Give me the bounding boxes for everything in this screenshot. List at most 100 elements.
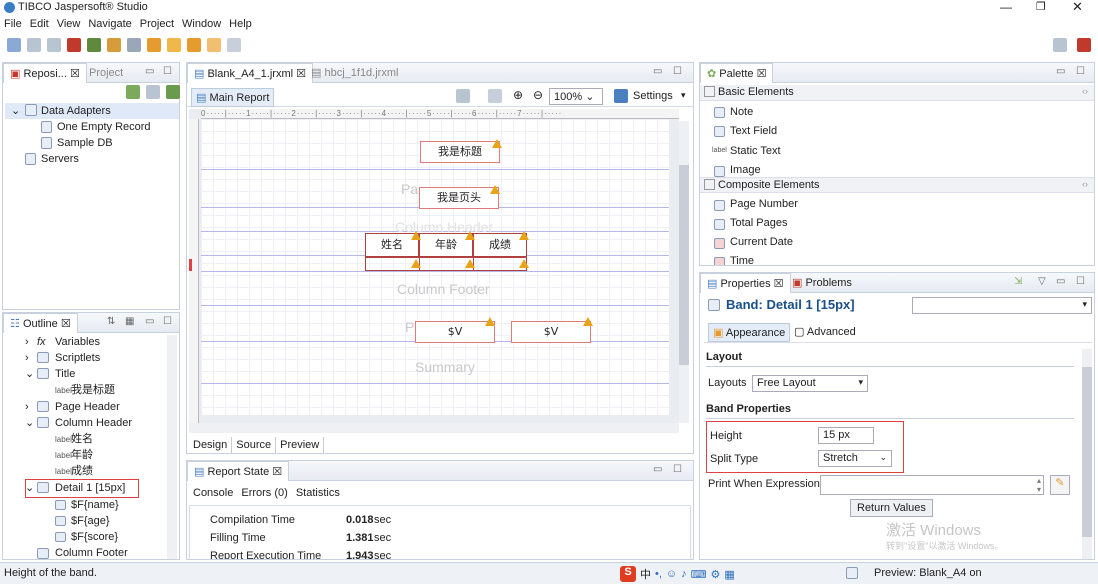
outline-item-title-text[interactable]: 我是标题 (71, 383, 115, 397)
outline-item-page-header[interactable]: Page Header (55, 400, 120, 414)
title-static-text[interactable]: 我是标题 (420, 141, 500, 163)
palette-item-time[interactable]: Time (730, 255, 754, 265)
tree-toggle[interactable]: › (25, 351, 29, 365)
canvas-hscrollbar[interactable] (189, 423, 679, 433)
return-values-button[interactable]: Return Values (850, 499, 933, 517)
minimize-icon[interactable]: ▭ (653, 66, 662, 77)
outline-item-detail[interactable]: Detail 1 [15px] (55, 481, 125, 495)
palette-item-note[interactable]: Note (730, 106, 753, 118)
zoom-in-icon[interactable]: ⊕ (513, 88, 523, 102)
menu-navigate[interactable]: Navigate (88, 18, 131, 30)
run-icon[interactable] (87, 38, 101, 52)
layouts-select[interactable]: Free Layout ▾ (752, 375, 868, 392)
ime-chinese-mode-icon[interactable]: 中 (640, 566, 651, 582)
split-type-select[interactable]: Stretch ⌄ (818, 450, 892, 467)
outline-item-column-header[interactable]: Column Header (55, 416, 132, 430)
tab-project[interactable]: Project (83, 63, 129, 83)
tab-statistics[interactable]: Statistics (296, 487, 340, 499)
tree-toggle[interactable]: › (25, 335, 29, 349)
add-icon[interactable] (126, 85, 140, 99)
tab-design[interactable]: Design (189, 437, 233, 453)
tree-item-sample-db[interactable]: Sample DB (57, 136, 113, 150)
tab-problems[interactable]: ▣ Problems (786, 273, 858, 293)
save-all-icon[interactable] (47, 38, 61, 52)
outline-item-age[interactable]: 年龄 (71, 448, 93, 462)
palette-item-total-pages[interactable]: Total Pages (730, 217, 787, 229)
tree-toggle[interactable]: › (25, 400, 29, 414)
menu-help[interactable]: Help (229, 18, 252, 30)
expression-editor-button[interactable]: ✎ (1050, 475, 1070, 495)
outline-item-field-name[interactable]: $F{name} (71, 498, 119, 512)
publish-icon[interactable] (127, 38, 141, 52)
tab-source[interactable]: Source (232, 437, 277, 453)
tree-toggle[interactable]: ⌄ (25, 481, 34, 495)
outline-view-icon[interactable]: ▦ (125, 316, 134, 327)
minimize-icon[interactable]: ▭ (653, 464, 662, 475)
outline-scrollbar[interactable] (167, 335, 177, 559)
perspective-icon[interactable] (1053, 38, 1067, 52)
settings-button[interactable]: Settings (633, 90, 673, 102)
basic-elements-header[interactable]: Basic Elements ‹› (700, 85, 1094, 101)
debug-icon[interactable] (67, 38, 81, 52)
pin-icon[interactable]: ⇲ (1014, 276, 1022, 287)
tab-blank-a4[interactable]: ▤ Blank_A4_1.jrxml ☒ (187, 63, 313, 83)
tab-appearance[interactable]: ▣ Appearance (708, 323, 791, 342)
menu-file[interactable]: File (4, 18, 22, 30)
tools-icon[interactable] (107, 38, 121, 52)
detail-fields-row[interactable] (365, 257, 527, 271)
tree-item-data-adapters[interactable]: Data Adapters (41, 104, 111, 118)
outline-item-scriptlets[interactable]: Scriptlets (55, 351, 100, 365)
palette-item-text-field[interactable]: Text Field (730, 125, 777, 137)
outline-item-name[interactable]: 姓名 (71, 432, 93, 446)
tab-report-state[interactable]: ▤ Report State ☒ (187, 461, 290, 481)
page-footer-var-2[interactable]: $V (511, 321, 591, 343)
outline-item-variables[interactable]: Variables (55, 335, 100, 349)
design-canvas[interactable]: 0·····|·····1·····|·····2·····|·····3···… (189, 109, 679, 423)
export-icon[interactable] (166, 85, 180, 99)
ime-skin-icon[interactable]: ▦ (724, 568, 734, 581)
palette-item-static-text[interactable]: Static Text (730, 145, 781, 157)
minimize-icon[interactable]: ▭ (145, 66, 154, 77)
print-icon[interactable] (456, 89, 470, 103)
menu-edit[interactable]: Edit (30, 18, 49, 30)
properties-scrollbar[interactable] (1082, 349, 1092, 559)
new-icon[interactable] (7, 38, 21, 52)
tree-item-servers[interactable]: Servers (41, 152, 79, 166)
outline-item-field-age[interactable]: $F{age} (71, 514, 110, 528)
ime-tools-icon[interactable]: ⚙ (711, 568, 721, 581)
menu-view[interactable]: View (57, 18, 81, 30)
ime-keyboard-icon[interactable]: ⌨ (691, 568, 707, 581)
ime-emoji-icon[interactable]: ☺ (666, 568, 677, 580)
maximize-icon[interactable]: ☐ (163, 316, 172, 327)
settings-dropdown-icon[interactable]: ▾ (681, 90, 686, 101)
tab-hbcj[interactable]: ▤ hbcj_1f1d.jrxml (305, 63, 404, 83)
menu-project[interactable]: Project (140, 18, 174, 30)
edit-icon[interactable] (146, 85, 160, 99)
tree-toggle[interactable]: ⌄ (25, 416, 34, 430)
outline-tree-icon[interactable]: ⇅ (107, 316, 115, 327)
maximize-icon[interactable]: ☐ (673, 464, 682, 475)
print-when-expression-input[interactable]: ▴ ▾ (820, 475, 1044, 495)
tree-item-one-empty-record[interactable]: One Empty Record (57, 120, 151, 134)
back-icon[interactable] (187, 38, 201, 52)
tab-palette[interactable]: ✿ Palette ☒ (700, 63, 774, 83)
zoom-select[interactable]: 100% ⌄ (549, 88, 603, 105)
minimize-icon[interactable]: ▭ (1056, 66, 1065, 77)
height-input[interactable]: 15 px (818, 427, 874, 444)
minimize-icon[interactable]: ▭ (145, 316, 154, 327)
composite-elements-header[interactable]: Composite Elements ‹› (700, 177, 1094, 193)
tab-preview[interactable]: Preview (276, 437, 325, 453)
outline-item-field-score[interactable]: $F{score} (71, 530, 118, 544)
maximize-icon[interactable]: ☐ (1076, 276, 1085, 287)
tab-errors[interactable]: Errors (0) (241, 487, 287, 499)
nav-icon[interactable] (227, 38, 241, 52)
canvas-vscrollbar[interactable] (679, 121, 689, 423)
palette-item-current-date[interactable]: Current Date (730, 236, 793, 248)
main-report-tab[interactable]: ▤ Main Report (191, 88, 275, 107)
maximize-icon[interactable]: ☐ (673, 66, 682, 77)
dataset-icon[interactable] (147, 38, 161, 52)
tab-console[interactable]: Console (193, 487, 233, 499)
ime-voice-icon[interactable]: ♪ (681, 568, 687, 580)
page-header-static-text[interactable]: 我是页头 (419, 187, 499, 209)
ime-punctuation-icon[interactable]: •, (655, 568, 662, 580)
